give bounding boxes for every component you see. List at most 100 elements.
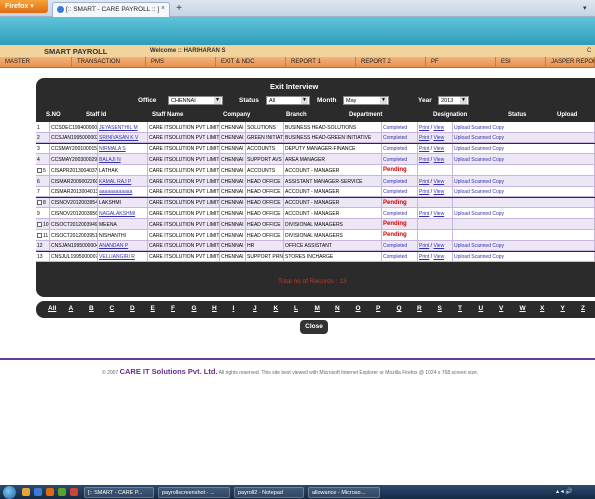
app-icon[interactable] — [58, 488, 66, 496]
upload-cell[interactable]: Upload Scanned Copy — [453, 154, 595, 165]
taskbar-task[interactable]: payroll2 - Notepad — [234, 487, 304, 498]
status-select[interactable]: All ▼ — [266, 96, 310, 105]
upload-cell[interactable]: Upload Scanned Copy — [453, 186, 595, 198]
tab-list-icon[interactable]: ▾ — [583, 4, 587, 12]
view-link[interactable]: View — [433, 179, 444, 185]
upload-cell[interactable]: Upload Scanned Copy — [453, 143, 595, 155]
firefox-menu-button[interactable]: Firefox ▾ — [0, 0, 48, 13]
alphabet-link-e[interactable]: E — [151, 305, 155, 312]
browser-tab[interactable]: [:: SMART - CARE PAYROLL :: ] × — [52, 2, 170, 17]
view-link[interactable]: View — [433, 157, 444, 163]
view-link[interactable]: View — [433, 125, 444, 131]
new-tab-button[interactable]: + — [172, 3, 186, 15]
print-link[interactable]: Print — [419, 157, 429, 163]
staff-name-cell[interactable]: SRINIVASAN K V — [98, 132, 148, 144]
view-link[interactable]: View — [433, 243, 444, 249]
dept-cell: ACCOUNT - MANAGER — [284, 208, 382, 219]
alphabet-link-y[interactable]: Y — [561, 305, 565, 312]
alphabet-link-h[interactable]: H — [212, 305, 217, 312]
row-checkbox[interactable] — [37, 167, 42, 173]
alphabet-link-a[interactable]: A — [69, 305, 74, 312]
alphabet-link-d[interactable]: D — [130, 305, 135, 312]
alphabet-link-w[interactable]: W — [520, 305, 526, 312]
print-link[interactable]: Print — [419, 146, 429, 152]
alphabet-link-z[interactable]: Z — [581, 305, 585, 312]
view-link[interactable]: View — [433, 254, 444, 260]
alphabet-link-u[interactable]: U — [479, 305, 484, 312]
upload-cell[interactable]: Upload Scanned Copy — [453, 251, 595, 263]
alphabet-link-all[interactable]: All — [48, 305, 56, 312]
print-link[interactable]: Print — [419, 179, 429, 185]
alphabet-link-l[interactable]: L — [294, 305, 298, 312]
ie-icon[interactable] — [34, 488, 42, 496]
staff-name-cell[interactable]: ANANDAN P — [98, 240, 148, 252]
alphabet-link-q[interactable]: Q — [397, 305, 402, 312]
alphabet-link-b[interactable]: B — [89, 305, 94, 312]
explorer-icon[interactable] — [22, 488, 30, 496]
year-select[interactable]: 2013 ▼ — [438, 96, 469, 105]
nav-item-transaction[interactable]: TRANSACTION — [72, 57, 146, 68]
start-button[interactable] — [3, 486, 16, 499]
view-link[interactable]: View — [433, 211, 444, 217]
alphabet-link-m[interactable]: M — [315, 305, 320, 312]
taskbar-task[interactable]: payrollscreenshot - ... — [158, 487, 230, 498]
month-select[interactable]: May ▼ — [343, 96, 389, 105]
logout-icon[interactable]: C — [587, 48, 591, 54]
alphabet-link-g[interactable]: G — [192, 305, 197, 312]
upload-cell[interactable]: Upload Scanned Copy — [453, 132, 595, 144]
staff-name-cell[interactable]: aaaaaaaaaaaa — [98, 186, 148, 198]
staff-name-cell[interactable]: BALAJI N — [98, 154, 148, 165]
staff-name-cell[interactable]: VELLIANGIRI R — [98, 251, 148, 263]
sno-cell: 8 — [36, 197, 50, 209]
alphabet-link-n[interactable]: N — [335, 305, 340, 312]
alphabet-link-x[interactable]: X — [540, 305, 544, 312]
alphabet-link-i[interactable]: I — [233, 305, 235, 312]
nav-item-pf[interactable]: PF — [426, 57, 496, 68]
upload-cell[interactable]: Upload Scanned Copy — [453, 240, 595, 252]
firefox-icon[interactable] — [46, 488, 54, 496]
staff-name-cell[interactable]: KAMAL RAJ P — [98, 176, 148, 187]
print-link[interactable]: Print — [419, 125, 429, 131]
alphabet-link-j[interactable]: J — [253, 305, 257, 312]
alphabet-link-c[interactable]: C — [110, 305, 115, 312]
row-checkbox[interactable] — [37, 221, 42, 227]
close-tab-icon[interactable]: × — [161, 5, 165, 12]
nav-item-master[interactable]: MASTER — [0, 57, 72, 68]
upload-cell[interactable]: Upload Scanned Copy — [453, 208, 595, 219]
view-link[interactable]: View — [433, 135, 444, 141]
nav-item-esi[interactable]: ESI — [496, 57, 546, 68]
app-icon[interactable] — [70, 488, 78, 496]
row-checkbox[interactable] — [37, 200, 42, 206]
upload-cell[interactable]: Upload Scanned Copy — [453, 176, 595, 187]
view-link[interactable]: View — [433, 146, 444, 152]
alphabet-link-o[interactable]: O — [356, 305, 361, 312]
office-select[interactable]: CHENNAI ▼ — [168, 96, 223, 105]
nav-item-report-2[interactable]: REPORT 2 — [356, 57, 426, 68]
alphabet-link-v[interactable]: V — [499, 305, 503, 312]
status-cell: Completed — [382, 186, 418, 198]
alphabet-link-k[interactable]: K — [274, 305, 279, 312]
staff-name-cell[interactable]: JEYASENTHIL M — [98, 122, 148, 133]
upload-cell[interactable]: Upload Scanned Copy — [453, 122, 595, 133]
print-link[interactable]: Print — [419, 135, 429, 141]
alphabet-link-p[interactable]: P — [376, 305, 380, 312]
nav-item-jasper-reports[interactable]: JASPER REPORTS — [546, 57, 595, 68]
staff-name-cell[interactable]: NIRMALA S — [98, 143, 148, 155]
print-link[interactable]: Print — [419, 254, 429, 260]
print-link[interactable]: Print — [419, 189, 429, 195]
print-link[interactable]: Print — [419, 211, 429, 217]
nav-item-pms[interactable]: PMS — [146, 57, 216, 68]
taskbar-task[interactable]: allowance - Microso... — [308, 487, 380, 498]
alphabet-link-r[interactable]: R — [417, 305, 422, 312]
alphabet-link-f[interactable]: F — [171, 305, 175, 312]
nav-item-report-1[interactable]: REPORT 1 — [286, 57, 356, 68]
taskbar-task[interactable]: [:: SMART - CARE P... — [84, 487, 154, 498]
view-link[interactable]: View — [433, 189, 444, 195]
alphabet-link-s[interactable]: S — [438, 305, 442, 312]
print-link[interactable]: Print — [419, 243, 429, 249]
close-button[interactable]: Close — [300, 320, 328, 334]
alphabet-link-t[interactable]: T — [458, 305, 462, 312]
row-checkbox[interactable] — [37, 232, 42, 238]
staff-name-cell[interactable]: NAGALAKSHMI — [98, 208, 148, 219]
nav-item-exit-ndc[interactable]: EXIT & NDC — [216, 57, 286, 68]
